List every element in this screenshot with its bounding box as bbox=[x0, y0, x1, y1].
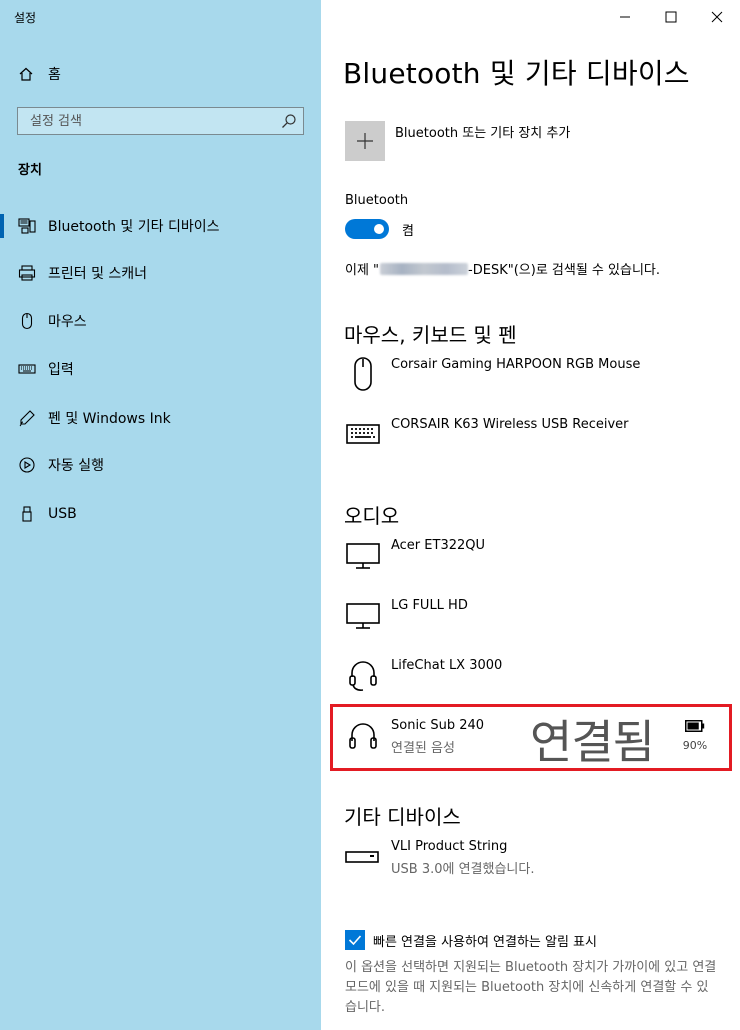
sidebar-item-label: 마우스 bbox=[48, 314, 87, 330]
device-name: Corsair Gaming HARPOON RGB Mouse bbox=[391, 357, 641, 372]
bluetooth-toggle[interactable] bbox=[345, 219, 389, 239]
discoverable-prefix: 이제 " bbox=[345, 263, 380, 278]
add-device-button[interactable] bbox=[345, 121, 385, 161]
page-title: Bluetooth 및 기타 디바이스 bbox=[343, 57, 690, 90]
sidebar-item-label: Bluetooth 및 기타 디바이스 bbox=[48, 219, 220, 235]
sidebar-item-autoplay[interactable]: 자동 실행 bbox=[0, 445, 321, 485]
sidebar-item-label: 자동 실행 bbox=[48, 458, 104, 474]
device-item[interactable]: Corsair Gaming HARPOON RGB Mouse bbox=[345, 356, 725, 406]
checkmark-icon bbox=[348, 935, 362, 946]
section-heading-mouse-keyboard-pen: 마우스, 키보드 및 펜 bbox=[344, 323, 517, 347]
search-box[interactable] bbox=[17, 107, 304, 135]
discoverable-text: 이제 " -DESK"(으)로 검색될 수 있습니다. bbox=[345, 259, 660, 278]
swift-pair-description: 이 옵션을 선택하면 지원되는 Bluetooth 장치가 가까이에 있고 연결… bbox=[345, 960, 717, 1015]
blurred-computer-name bbox=[380, 262, 469, 275]
device-item[interactable]: VLI Product String USB 3.0에 연결했습니다. bbox=[345, 838, 725, 888]
usb-icon bbox=[18, 505, 36, 523]
device-name: CORSAIR K63 Wireless USB Receiver bbox=[391, 417, 629, 432]
connected-annotation: 연결됨 bbox=[530, 715, 655, 769]
device-name: Acer ET322QU bbox=[391, 538, 486, 553]
maximize-button[interactable] bbox=[648, 0, 694, 34]
home-link[interactable]: 홈 bbox=[18, 64, 61, 84]
monitor-icon bbox=[345, 597, 381, 633]
sidebar-item-label: 프린터 및 스캐너 bbox=[48, 266, 148, 282]
swift-pair-label: 빠른 연결을 사용하여 연결하는 알림 표시 bbox=[373, 934, 597, 950]
device-item[interactable]: Acer ET322QU bbox=[345, 537, 725, 587]
device-item[interactable]: CORSAIR K63 Wireless USB Receiver bbox=[345, 416, 725, 466]
close-button[interactable] bbox=[694, 0, 740, 34]
device-item[interactable]: LG FULL HD bbox=[345, 597, 725, 647]
sidebar: 설정 홈 장치 Bluetooth 및 기타 디바이스 프린터 및 스캐너 마우… bbox=[0, 0, 321, 1030]
sidebar-item-usb[interactable]: USB bbox=[0, 494, 321, 534]
sidebar-item-mouse[interactable]: 마우스 bbox=[0, 301, 321, 341]
search-icon[interactable] bbox=[281, 113, 297, 129]
minimize-button[interactable] bbox=[602, 0, 648, 34]
sidebar-item-label: USB bbox=[48, 506, 77, 522]
home-label: 홈 bbox=[48, 67, 61, 83]
device-status: USB 3.0에 연결했습니다. bbox=[391, 862, 535, 877]
device-name: LifeChat LX 3000 bbox=[391, 658, 503, 673]
device-name: VLI Product String bbox=[391, 839, 508, 854]
sidebar-item-label: 입력 bbox=[48, 362, 74, 378]
maximize-icon bbox=[665, 11, 677, 23]
toggle-knob bbox=[374, 224, 384, 234]
section-label: 장치 bbox=[18, 163, 42, 178]
home-icon bbox=[19, 67, 33, 81]
sidebar-item-pen[interactable]: 펜 및 Windows Ink bbox=[0, 398, 321, 438]
headset-icon bbox=[345, 657, 381, 693]
pen-icon bbox=[18, 409, 36, 427]
sidebar-item-printers[interactable]: 프린터 및 스캐너 bbox=[0, 253, 321, 293]
mouse-icon bbox=[345, 356, 381, 392]
swift-pair-checkbox[interactable] bbox=[345, 930, 365, 950]
autoplay-icon bbox=[18, 456, 36, 474]
plus-icon bbox=[357, 133, 373, 149]
mouse-icon bbox=[18, 312, 36, 330]
section-heading-other-devices: 기타 디바이스 bbox=[344, 805, 461, 829]
section-heading-audio: 오디오 bbox=[344, 504, 400, 528]
keyboard-icon bbox=[18, 360, 36, 378]
bluetooth-state: 켬 bbox=[402, 224, 414, 239]
swift-pair-option[interactable]: 빠른 연결을 사용하여 연결하는 알림 표시 bbox=[345, 930, 597, 950]
bluetooth-devices-icon bbox=[18, 217, 36, 235]
usb-device-icon bbox=[345, 838, 381, 874]
sidebar-item-label: 펜 및 Windows Ink bbox=[48, 411, 171, 427]
discoverable-suffix: -DESK"(으)로 검색될 수 있습니다. bbox=[468, 263, 660, 278]
monitor-icon bbox=[345, 537, 381, 573]
sidebar-item-bluetooth[interactable]: Bluetooth 및 기타 디바이스 bbox=[0, 206, 321, 246]
app-title: 설정 bbox=[14, 11, 37, 25]
device-item[interactable]: LifeChat LX 3000 bbox=[345, 657, 725, 707]
keyboard-icon bbox=[345, 416, 381, 452]
minimize-icon bbox=[620, 16, 630, 18]
device-name: LG FULL HD bbox=[391, 598, 468, 613]
sidebar-item-typing[interactable]: 입력 bbox=[0, 349, 321, 389]
printer-icon bbox=[18, 264, 36, 282]
bluetooth-label: Bluetooth bbox=[345, 193, 409, 208]
search-input[interactable] bbox=[18, 108, 268, 134]
close-icon bbox=[711, 11, 723, 23]
add-device-label[interactable]: Bluetooth 또는 기타 장치 추가 bbox=[395, 122, 570, 141]
